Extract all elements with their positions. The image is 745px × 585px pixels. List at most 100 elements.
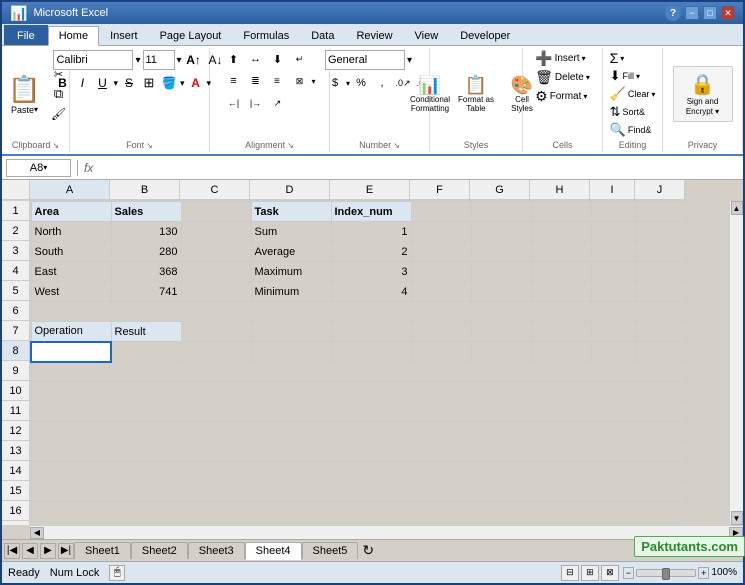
cell-g2[interactable] — [471, 222, 531, 242]
cell-f4[interactable] — [411, 262, 471, 282]
maximize-button[interactable]: □ — [703, 6, 717, 20]
cell-e4[interactable]: 3 — [331, 262, 411, 282]
cell-g3[interactable] — [471, 242, 531, 262]
cell-i7[interactable] — [591, 322, 636, 342]
zoom-out-button[interactable]: − — [623, 567, 634, 579]
row-header-3[interactable]: 3 — [2, 241, 29, 261]
sheet-tab-3[interactable]: Sheet3 — [188, 542, 245, 559]
spreadsheet-grid[interactable]: Area Sales Task Index_num — [30, 201, 687, 525]
font-expand[interactable]: ↘ — [146, 141, 153, 150]
cell-j3[interactable] — [636, 242, 686, 262]
cell-g8[interactable] — [471, 342, 531, 362]
cell-i3[interactable] — [591, 242, 636, 262]
cell-j1[interactable] — [636, 202, 686, 222]
cell-row6[interactable] — [31, 302, 686, 322]
cell-d5[interactable]: Minimum — [251, 282, 331, 302]
vertical-scrollbar[interactable]: ▲ ▼ — [729, 201, 743, 525]
cell-d3[interactable]: Average — [251, 242, 331, 262]
tab-file[interactable]: File — [4, 25, 48, 45]
align-right-button[interactable]: ≡ — [267, 72, 287, 90]
cell-i5[interactable] — [591, 282, 636, 302]
cell-e2[interactable]: 1 — [331, 222, 411, 242]
col-header-i[interactable]: I — [590, 180, 635, 200]
sheet-tab-2[interactable]: Sheet2 — [131, 542, 188, 559]
number-format-input[interactable] — [325, 50, 405, 70]
sign-encrypt-button[interactable]: 🔒 Sign andEncrypt ▾ — [673, 66, 733, 122]
tab-view[interactable]: View — [404, 25, 450, 45]
paste-button[interactable]: 📋 Paste ▾ — [3, 66, 47, 122]
increase-indent-button[interactable]: |→ — [245, 94, 265, 112]
cell-j8[interactable] — [636, 342, 686, 362]
close-button[interactable]: ✕ — [721, 6, 735, 20]
font-increase-button[interactable]: A↑ — [184, 51, 204, 69]
col-header-e[interactable]: E — [330, 180, 410, 200]
cell-h4[interactable] — [531, 262, 591, 282]
sheet-next-button[interactable]: ▶ — [40, 543, 56, 559]
comma-button[interactable]: , — [372, 74, 392, 92]
conditional-formatting-button[interactable]: 📊 ConditionalFormatting — [408, 66, 452, 122]
cell-a7[interactable]: Operation — [31, 322, 111, 342]
col-header-h[interactable]: H — [530, 180, 590, 200]
row-header-10[interactable]: 10 — [2, 381, 29, 401]
row-header-6[interactable]: 6 — [2, 301, 29, 321]
cell-g1[interactable] — [471, 202, 531, 222]
sort-filter-button[interactable]: ⇅ Sort& — [610, 104, 645, 120]
help-button[interactable]: ? — [665, 5, 681, 21]
align-left-button[interactable]: ≡ — [223, 72, 243, 90]
cell-e3[interactable]: 2 — [331, 242, 411, 262]
strikethrough-button[interactable]: S — [120, 74, 138, 92]
align-middle-button[interactable]: ↔ — [245, 50, 265, 68]
cell-a1[interactable]: Area — [31, 202, 111, 222]
tab-home[interactable]: Home — [48, 26, 99, 46]
col-header-j[interactable]: J — [635, 180, 685, 200]
cell-a3[interactable]: South — [31, 242, 111, 262]
cell-f1[interactable] — [411, 202, 471, 222]
cell-g7[interactable] — [471, 322, 531, 342]
cell-e1[interactable]: Index_num — [331, 202, 411, 222]
cell-a8[interactable] — [31, 342, 111, 362]
italic-button[interactable]: I — [73, 74, 91, 92]
row-header-14[interactable]: 14 — [2, 461, 29, 481]
sheet-tab-1[interactable]: Sheet1 — [74, 542, 131, 559]
row-header-11[interactable]: 11 — [2, 401, 29, 421]
wrap-text-button[interactable]: ↵ — [289, 50, 309, 68]
row-header-4[interactable]: 4 — [2, 261, 29, 281]
cell-d4[interactable]: Maximum — [251, 262, 331, 282]
cell-h2[interactable] — [531, 222, 591, 242]
cell-j5[interactable] — [636, 282, 686, 302]
cell-b1[interactable]: Sales — [111, 202, 181, 222]
fill-color-button[interactable]: 🪣 — [160, 74, 178, 92]
delete-cells-button[interactable]: 🗑 Delete ▾ — [535, 69, 590, 86]
cell-d1[interactable]: Task — [251, 202, 331, 222]
cell-i1[interactable] — [591, 202, 636, 222]
row-header-1[interactable]: 1 — [2, 201, 29, 221]
cell-c3[interactable] — [181, 242, 251, 262]
cell-e7[interactable] — [331, 322, 411, 342]
normal-view-button[interactable]: ⊟ — [561, 565, 579, 581]
tab-formulas[interactable]: Formulas — [232, 25, 300, 45]
sheet-first-button[interactable]: |◀ — [4, 543, 20, 559]
cell-g5[interactable] — [471, 282, 531, 302]
zoom-in-button[interactable]: + — [698, 567, 709, 579]
align-top-button[interactable]: ⬆ — [223, 50, 243, 68]
merge-button[interactable]: ⊠ — [289, 72, 309, 90]
tab-insert[interactable]: Insert — [99, 25, 149, 45]
cell-i4[interactable] — [591, 262, 636, 282]
clear-button[interactable]: 🧹 Clear ▾ — [610, 86, 656, 102]
cell-b2[interactable]: 130 — [111, 222, 181, 242]
font-size-input[interactable] — [143, 50, 175, 70]
tab-page-layout[interactable]: Page Layout — [149, 25, 233, 45]
name-box[interactable]: A8 ▾ — [6, 159, 71, 177]
find-select-button[interactable]: 🔍 Find& — [610, 122, 652, 138]
sheet-prev-button[interactable]: ◀ — [22, 543, 38, 559]
cell-c4[interactable] — [181, 262, 251, 282]
decrease-indent-button[interactable]: ←| — [223, 94, 243, 112]
cell-i2[interactable] — [591, 222, 636, 242]
cell-d2[interactable]: Sum — [251, 222, 331, 242]
zoom-slider[interactable] — [636, 569, 696, 577]
row-header-17[interactable]: 17 — [2, 521, 29, 525]
fill-button[interactable]: ⬇ Fill ▾ — [610, 68, 640, 84]
row-header-12[interactable]: 12 — [2, 421, 29, 441]
cell-a4[interactable]: East — [31, 262, 111, 282]
cell-f8[interactable] — [411, 342, 471, 362]
